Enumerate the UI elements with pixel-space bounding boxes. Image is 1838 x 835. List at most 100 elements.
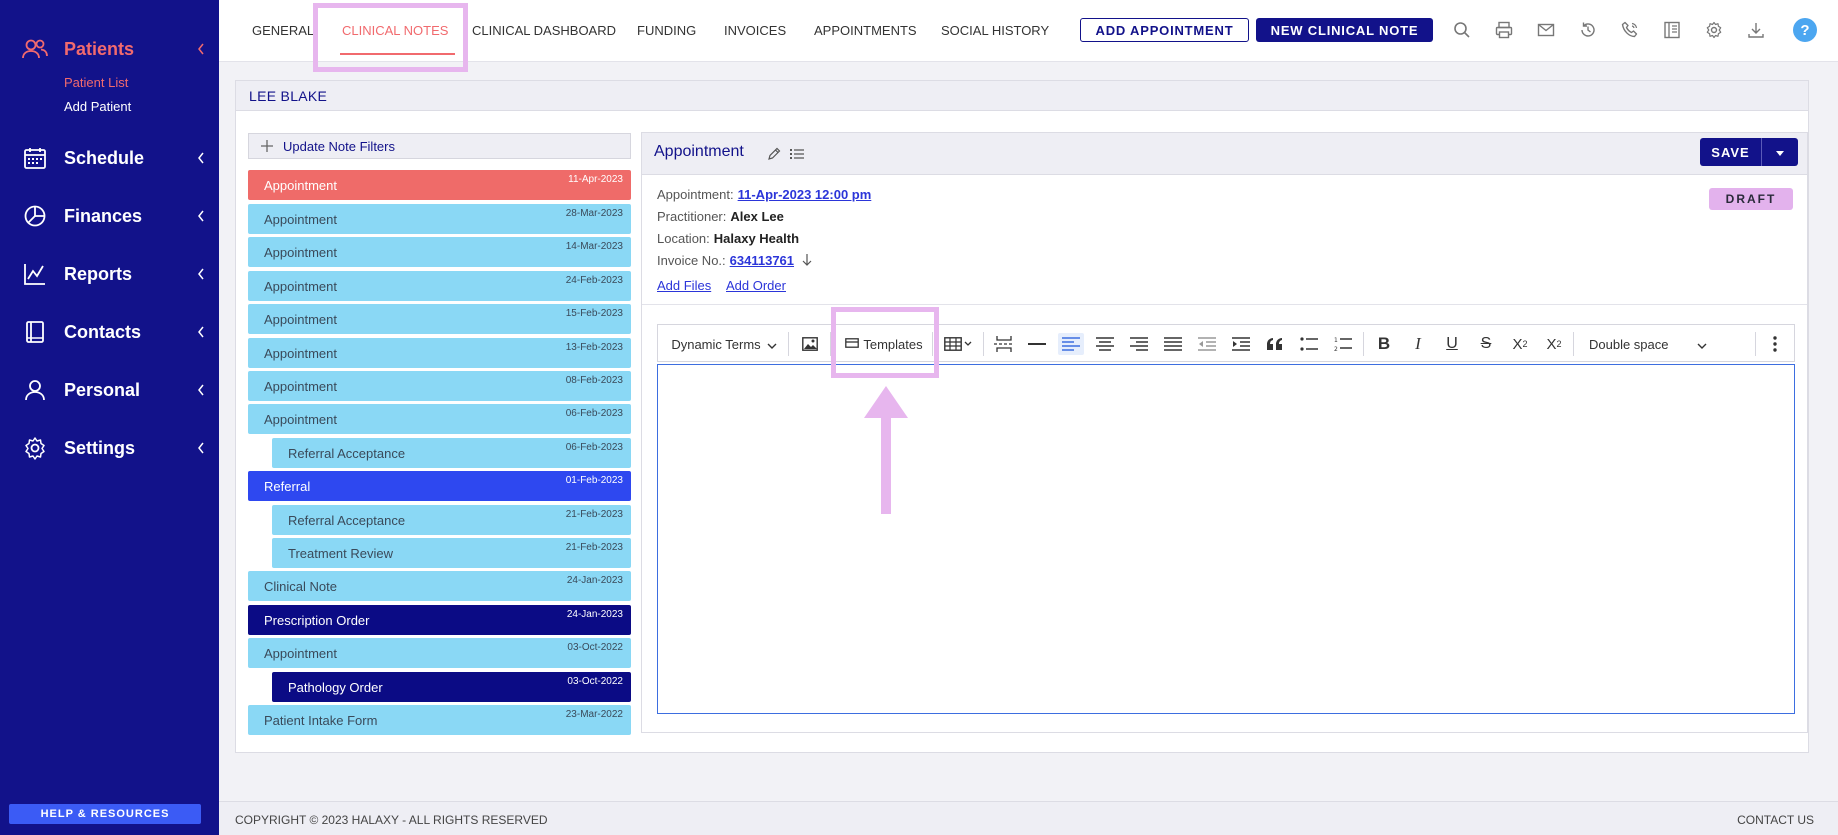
note-item[interactable]: Patient Intake Form 23-Mar-2022: [248, 705, 631, 735]
toolbar-separator: [830, 332, 831, 356]
list-icon[interactable]: [788, 145, 806, 163]
tab-invoices[interactable]: INVOICES: [724, 23, 786, 38]
new-clinical-note-button[interactable]: NEW CLINICAL NOTE: [1256, 18, 1433, 42]
justify-icon[interactable]: [1160, 333, 1186, 355]
page-break-icon[interactable]: [991, 333, 1017, 355]
outdent-icon[interactable]: [1194, 333, 1220, 355]
nav-label-settings: Settings: [64, 437, 136, 458]
subnav-add-patient[interactable]: Add Patient: [64, 99, 131, 114]
indent-icon[interactable]: [1228, 333, 1254, 355]
invoice-link[interactable]: 634113761: [730, 253, 794, 268]
nav-patients[interactable]: Patients: [22, 33, 208, 65]
nav-settings[interactable]: Settings: [22, 432, 208, 464]
note-item[interactable]: Appointment 08-Feb-2023: [248, 371, 631, 401]
note-item[interactable]: Appointment 13-Feb-2023: [248, 338, 631, 368]
subscript-icon[interactable]: X2: [1541, 333, 1567, 355]
note-item[interactable]: Referral 01-Feb-2023: [248, 471, 631, 501]
search-icon[interactable]: [1451, 19, 1473, 41]
note-date: 21-Feb-2023: [565, 509, 623, 520]
save-options-caret[interactable]: [1762, 138, 1798, 166]
patient-name: LEE BLAKE: [249, 88, 328, 104]
settings-gear-icon[interactable]: [1703, 19, 1725, 41]
chevron-down-icon: [767, 337, 777, 352]
editor-header: Appointment SAVE: [642, 133, 1807, 175]
align-left-icon[interactable]: [1058, 333, 1084, 355]
pencil-icon[interactable]: [765, 145, 783, 163]
add-files-link[interactable]: Add Files: [657, 278, 711, 293]
save-button[interactable]: SAVE: [1700, 138, 1762, 166]
subnav-patient-list[interactable]: Patient List: [64, 75, 128, 90]
templates-button[interactable]: Templates: [842, 333, 926, 355]
tab-appointments[interactable]: APPOINTMENTS: [814, 23, 917, 38]
note-item[interactable]: Referral Acceptance 06-Feb-2023: [272, 438, 631, 468]
more-options-icon[interactable]: [1765, 333, 1785, 355]
note-item[interactable]: Appointment 14-Mar-2023: [248, 237, 631, 267]
note-item[interactable]: Appointment 24-Feb-2023: [248, 271, 631, 301]
italic-icon[interactable]: I: [1405, 333, 1431, 355]
underline-icon[interactable]: U: [1439, 333, 1465, 355]
strikethrough-icon[interactable]: S: [1473, 333, 1499, 355]
superscript-icon[interactable]: X2: [1507, 333, 1533, 355]
help-resources-button[interactable]: HELP & RESOURCES: [9, 804, 201, 824]
note-date: 06-Feb-2023: [565, 442, 623, 453]
align-center-icon[interactable]: [1092, 333, 1118, 355]
nav-contacts[interactable]: Contacts: [22, 316, 208, 348]
bold-icon[interactable]: B: [1371, 333, 1397, 355]
align-right-icon[interactable]: [1126, 333, 1152, 355]
download-icon[interactable]: [1745, 19, 1767, 41]
table-icon[interactable]: [940, 333, 978, 355]
tab-clinical-notes[interactable]: CLINICAL NOTES: [342, 23, 448, 38]
blockquote-icon[interactable]: [1262, 333, 1288, 355]
print-icon[interactable]: [1493, 19, 1515, 41]
note-date: 21-Feb-2023: [565, 542, 623, 553]
bulleted-list-icon[interactable]: [1296, 333, 1322, 355]
history-icon[interactable]: [1577, 19, 1599, 41]
help-icon[interactable]: ?: [1793, 18, 1817, 42]
note-item[interactable]: Appointment 03-Oct-2022: [248, 638, 631, 668]
image-icon[interactable]: [798, 333, 822, 355]
numbered-list-icon[interactable]: 12: [1330, 333, 1356, 355]
note-item[interactable]: Appointment 28-Mar-2023: [248, 204, 631, 234]
note-item[interactable]: Appointment 15-Feb-2023: [248, 304, 631, 334]
note-title: Referral: [264, 479, 311, 494]
chevron-left-icon: [194, 209, 208, 223]
horizontal-line-icon[interactable]: [1025, 333, 1049, 355]
contact-us-link[interactable]: CONTACT US: [1737, 813, 1814, 827]
address-book-icon: [22, 319, 48, 345]
tab-funding[interactable]: FUNDING: [637, 23, 696, 38]
arrow-down-icon[interactable]: [802, 254, 812, 269]
dynamic-terms-dropdown[interactable]: Dynamic Terms: [668, 333, 780, 355]
nav-personal[interactable]: Personal: [22, 374, 208, 406]
tab-clinical-dashboard[interactable]: CLINICAL DASHBOARD: [472, 23, 616, 38]
tab-social-history[interactable]: SOCIAL HISTORY: [941, 23, 1049, 38]
appointment-link[interactable]: 11-Apr-2023 12:00 pm: [738, 187, 872, 202]
toolbar-separator: [1573, 332, 1574, 356]
tab-general[interactable]: GENERAL: [252, 23, 314, 38]
nav-reports[interactable]: Reports: [22, 258, 208, 290]
note-item[interactable]: Referral Acceptance 21-Feb-2023: [272, 505, 631, 535]
nav-finances[interactable]: Finances: [22, 200, 208, 232]
nav-schedule[interactable]: Schedule: [22, 142, 208, 174]
chevron-left-icon: [194, 325, 208, 339]
note-item[interactable]: Prescription Order 24-Jan-2023: [248, 605, 631, 635]
note-item[interactable]: Appointment 11-Apr-2023: [248, 170, 631, 200]
mail-icon[interactable]: [1535, 19, 1557, 41]
toolbar-separator: [788, 332, 789, 356]
svg-text:2: 2: [1334, 346, 1338, 352]
note-title: Appointment: [264, 279, 337, 294]
note-date: 14-Mar-2023: [565, 241, 623, 252]
note-item[interactable]: Pathology Order 03-Oct-2022: [272, 672, 631, 702]
note-item[interactable]: Treatment Review 21-Feb-2023: [272, 538, 631, 568]
add-appointment-button[interactable]: ADD APPOINTMENT: [1080, 18, 1249, 42]
note-text-editor[interactable]: [657, 364, 1795, 714]
note-title: Appointment: [264, 346, 337, 361]
note-date: 23-Mar-2022: [565, 709, 623, 720]
add-order-link[interactable]: Add Order: [726, 278, 786, 293]
update-note-filters-button[interactable]: Update Note Filters: [248, 133, 631, 159]
note-item[interactable]: Appointment 06-Feb-2023: [248, 404, 631, 434]
line-spacing-dropdown[interactable]: Double space: [1583, 333, 1713, 355]
note-title: Treatment Review: [288, 546, 393, 561]
phone-icon[interactable]: [1619, 19, 1641, 41]
note-item[interactable]: Clinical Note 24-Jan-2023: [248, 571, 631, 601]
contacts-book-icon[interactable]: [1661, 19, 1683, 41]
